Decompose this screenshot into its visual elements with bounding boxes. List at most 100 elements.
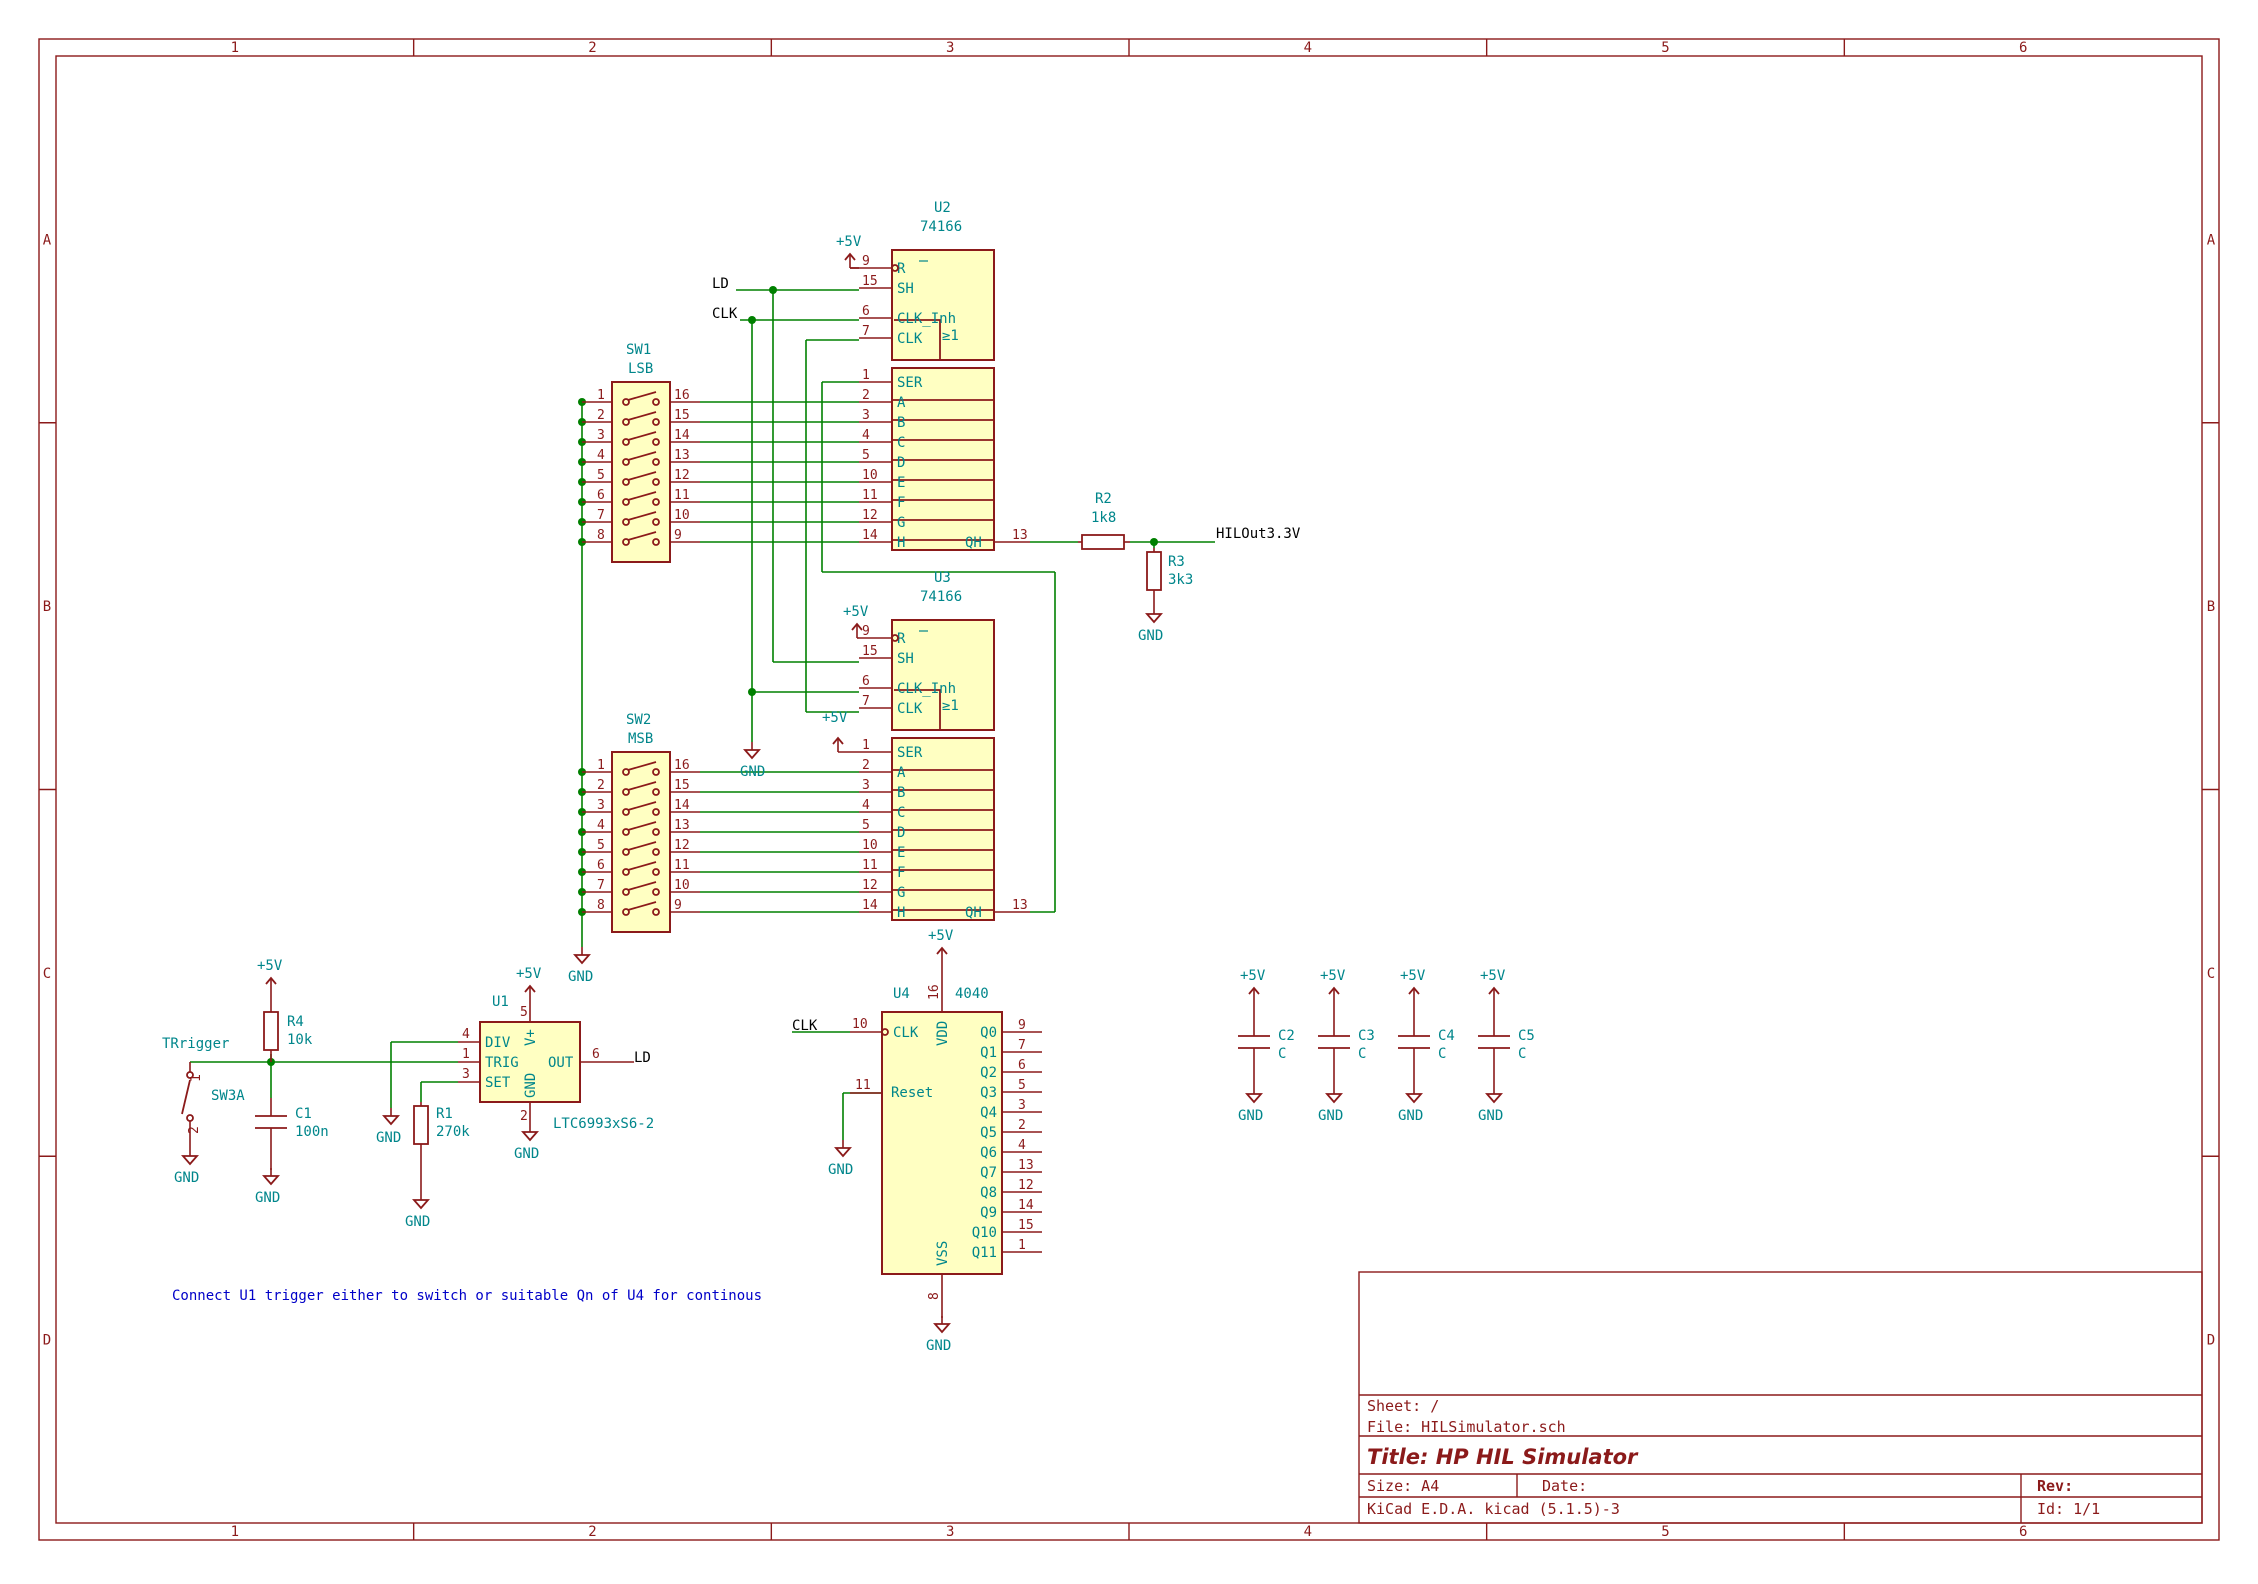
gnd-decap-label: GND (1238, 1108, 1263, 1124)
frame-col-label-top: 1 (231, 40, 239, 56)
sw3-pin2: 2 (187, 1126, 202, 1134)
frame-row-label-left: D (43, 1333, 51, 1349)
sw1-pin-num-left: 1 (597, 388, 605, 403)
u2-value: 74166 (920, 219, 962, 235)
u2-pin-name: H (897, 535, 905, 551)
r2-ref: R2 (1095, 491, 1112, 507)
sw2-pin-num-right: 9 (674, 898, 682, 913)
u3-pin-name: D (897, 825, 905, 841)
vcc-decap-label: +5V (1240, 968, 1266, 984)
decap-ref: C4 (1438, 1028, 1455, 1044)
u4-pinnum-10: 10 (852, 1017, 868, 1032)
shift-register-u2: ≥19 R15 SH6 CLK_Inh7 CLK1 SER2 A3 B4 C5 D10 E11 F12… (859, 200, 1030, 551)
u2-pin-num: 1 (862, 368, 870, 383)
gnd-decap-symbol (1325, 1093, 1343, 1104)
gnd-r3-label: GND (1138, 628, 1163, 644)
sw2-pin-num-right: 11 (674, 858, 690, 873)
sw1-pin-num-right: 16 (674, 388, 690, 403)
sw2-pin-num-left: 6 (597, 858, 605, 873)
u3-pin-num: 1 (862, 738, 870, 753)
u4-pin-vdd: VDD (935, 1021, 951, 1046)
frame-col-label-bottom: 2 (588, 1524, 596, 1540)
u4-output-num: 14 (1018, 1198, 1034, 1213)
sw1-pin-num-left: 6 (597, 488, 605, 503)
u4-output-num: 12 (1018, 1178, 1034, 1193)
vcc-u3-reset-label: +5V (843, 604, 869, 620)
u2-pin-num: 3 (862, 408, 870, 423)
u4-output-name: Q4 (980, 1105, 997, 1121)
capacitor-c1: C1 100n (255, 1098, 329, 1170)
u3-value: 74166 (920, 589, 962, 605)
sw2-body (611, 751, 671, 933)
u1-pin-out: OUT (548, 1055, 574, 1071)
gnd-decap-label: GND (1318, 1108, 1343, 1124)
gnd-u1-symbol (521, 1131, 539, 1142)
sw1-body (611, 381, 671, 563)
sw1-pin-num-right: 15 (674, 408, 690, 423)
u2-pin-num: 13 (1012, 528, 1028, 543)
vcc-decap-label: +5V (1320, 968, 1346, 984)
gnd-u4-symbol (933, 1323, 951, 1334)
u2-pin-name: C (897, 435, 905, 451)
u4-output-name: Q8 (980, 1185, 997, 1201)
gnd-u1-div-label: GND (376, 1130, 401, 1146)
u4-pinnum-16: 16 (927, 984, 942, 1000)
u4-output-num: 3 (1018, 1098, 1026, 1113)
resistor-r4: R4 10k (263, 992, 313, 1062)
junctions (267, 286, 1158, 1066)
u4-output-num: 13 (1018, 1158, 1034, 1173)
sw1-pin-num-left: 2 (597, 408, 605, 423)
gnd-clk-bus-label: GND (740, 764, 765, 780)
u4-ref: U4 (893, 986, 910, 1002)
u3-ref: U3 (934, 570, 951, 586)
u4-pin-reset: Reset (891, 1085, 933, 1101)
sw3-ref: SW3A (211, 1088, 245, 1104)
dip-switch-sw2: 1 16 2 15 3 14 4 13 5 12 6 11 7 10 8 9 SW2 MSB (582, 712, 700, 933)
u4-output-num: 4 (1018, 1138, 1026, 1153)
gnd-u1-label: GND (514, 1146, 539, 1162)
design-note: Connect U1 trigger either to switch or s… (172, 1288, 762, 1304)
shift-register-u3: ≥19 R15 SH6 CLK_Inh7 CLK1 SER2 A3 B4 C5 D10 E11 F12… (859, 570, 1030, 921)
u2-pin-num: 7 (862, 324, 870, 339)
u3-pin-num: 6 (862, 674, 870, 689)
gnd-u1-div-symbol (382, 1115, 400, 1126)
u1-pin-trig: TRIG (485, 1055, 519, 1071)
frame-col-label-top: 6 (2019, 40, 2027, 56)
c1-value: 100n (295, 1124, 329, 1140)
net-label-clk: CLK (712, 306, 738, 322)
u3-pin-num: 14 (862, 898, 878, 913)
sw1-pin-num-left: 8 (597, 528, 605, 543)
u3-pin-name: QH (965, 905, 982, 921)
sw2-ref: SW2 (626, 712, 651, 728)
sw1-pin-num-right: 13 (674, 448, 690, 463)
title-block: Sheet: / File: HILSimulator.sch Title: H… (1358, 1271, 2203, 1524)
frame-row-label-right: D (2207, 1333, 2215, 1349)
gnd-sw-bus-symbol (573, 954, 591, 965)
u3-pin-name: A (897, 765, 906, 781)
sw1-ref: SW1 (626, 342, 651, 358)
u4-output-num: 6 (1018, 1058, 1026, 1073)
gnd-decap-symbol (1405, 1093, 1423, 1104)
u4-output-name: Q7 (980, 1165, 997, 1181)
r1-value: 270k (436, 1124, 470, 1140)
vcc-decap-label: +5V (1480, 968, 1506, 984)
gnd-decap-label: GND (1478, 1108, 1503, 1124)
u3-pin-name: CLK_Inh (897, 681, 956, 697)
u4-output-num: 2 (1018, 1118, 1026, 1133)
u2-ref: U2 (934, 200, 951, 216)
u2-pin-num: 5 (862, 448, 870, 463)
u1-ref: U1 (492, 994, 509, 1010)
gnd-decap-symbol (1485, 1093, 1503, 1104)
u1-pinnum-6: 6 (592, 1047, 600, 1062)
u2-pin-num: 11 (862, 488, 878, 503)
u3-pin-name: SH (897, 651, 914, 667)
u3-pin-num: 13 (1012, 898, 1028, 913)
u3-pin-name: E (897, 845, 905, 861)
vcc-u1-label: +5V (516, 966, 542, 982)
timer-u1: DIV TRIG SET OUT V+ GND 4 1 3 6 5 2 U1 L… (458, 994, 654, 1132)
tb-date: Date: (1542, 1477, 1587, 1495)
u4-pin-vss: VSS (935, 1241, 951, 1266)
sw2-pin-num-left: 3 (597, 798, 605, 813)
u3-pin-num: 3 (862, 778, 870, 793)
gnd-r1-symbol (412, 1199, 430, 1210)
